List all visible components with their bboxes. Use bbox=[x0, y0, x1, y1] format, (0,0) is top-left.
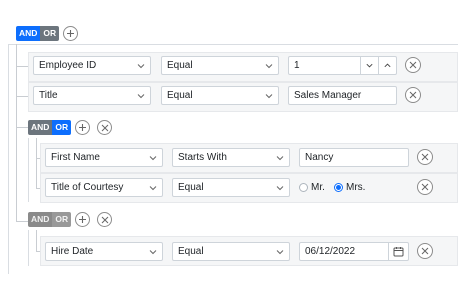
field-value: First Name bbox=[51, 152, 100, 163]
root-group-border bbox=[8, 44, 9, 274]
chevron-down-icon bbox=[149, 185, 157, 190]
value-text: Sales Manager bbox=[294, 90, 362, 101]
group2-add-button[interactable] bbox=[75, 212, 90, 227]
radio-button[interactable] bbox=[299, 183, 308, 192]
operator-value: Equal bbox=[178, 246, 204, 257]
chevron-down-icon bbox=[276, 249, 284, 254]
group1-remove-button[interactable] bbox=[97, 120, 112, 135]
remove-rule-button[interactable] bbox=[417, 179, 433, 195]
operator-value: Equal bbox=[178, 182, 204, 193]
chevron-down-icon bbox=[137, 63, 145, 68]
chevron-down-icon bbox=[276, 155, 284, 160]
group1-add-button[interactable] bbox=[75, 120, 90, 135]
group2-border bbox=[28, 230, 29, 266]
chevron-down-icon bbox=[137, 93, 145, 98]
close-icon bbox=[409, 61, 417, 69]
close-icon bbox=[101, 216, 108, 223]
remove-rule-button[interactable] bbox=[417, 243, 433, 259]
calendar-icon bbox=[393, 247, 404, 257]
field-value: Hire Date bbox=[51, 246, 94, 257]
root-connector bbox=[16, 44, 17, 222]
radio-label: Mr. bbox=[311, 182, 325, 193]
group2-connector bbox=[36, 230, 37, 252]
field-dropdown[interactable]: Hire Date bbox=[45, 242, 163, 261]
connector bbox=[16, 221, 28, 222]
value-text-input[interactable]: Sales Manager bbox=[288, 86, 397, 105]
date-value: 06/12/2022 bbox=[305, 246, 356, 257]
root-condition-toggle: AND OR bbox=[16, 26, 60, 41]
operator-value: Equal bbox=[167, 60, 193, 71]
field-dropdown[interactable]: Title bbox=[33, 86, 151, 105]
connector bbox=[16, 96, 28, 97]
plus-icon bbox=[79, 216, 86, 223]
close-icon bbox=[409, 91, 417, 99]
remove-rule-button[interactable] bbox=[405, 57, 421, 73]
plus-icon bbox=[79, 124, 86, 131]
radio-option-mr[interactable]: Mr. bbox=[299, 182, 325, 193]
field-value: Title bbox=[39, 90, 58, 101]
radio-option-mrs[interactable]: Mrs. bbox=[334, 182, 365, 193]
value-text-input[interactable]: Nancy bbox=[299, 148, 409, 167]
calendar-button[interactable] bbox=[388, 243, 408, 260]
root-group-border-top bbox=[8, 44, 458, 45]
chevron-up-icon bbox=[384, 63, 391, 68]
root-and-button[interactable]: AND bbox=[16, 26, 41, 41]
field-dropdown[interactable]: Employee ID bbox=[33, 56, 151, 75]
operator-dropdown[interactable]: Equal bbox=[172, 242, 290, 261]
plus-icon bbox=[67, 30, 74, 37]
group2-condition-toggle: AND OR bbox=[28, 212, 72, 227]
operator-dropdown[interactable]: Starts With bbox=[172, 148, 290, 167]
close-icon bbox=[421, 183, 429, 191]
increment-button[interactable] bbox=[378, 57, 396, 74]
operator-value: Starts With bbox=[178, 152, 227, 163]
chevron-down-icon bbox=[276, 185, 284, 190]
group1-or-button[interactable]: OR bbox=[52, 120, 72, 135]
connector bbox=[16, 66, 28, 67]
date-input[interactable]: 06/12/2022 bbox=[299, 242, 409, 261]
root-add-button[interactable] bbox=[63, 26, 78, 41]
field-value: Employee ID bbox=[39, 60, 97, 71]
value-numeric-input[interactable]: 1 bbox=[288, 56, 397, 75]
operator-dropdown[interactable]: Equal bbox=[161, 86, 279, 105]
radio-button[interactable] bbox=[334, 183, 343, 192]
field-dropdown[interactable]: First Name bbox=[45, 148, 163, 167]
chevron-down-icon bbox=[149, 155, 157, 160]
field-value: Title of Courtesy bbox=[51, 182, 124, 193]
operator-value: Equal bbox=[167, 90, 193, 101]
remove-rule-button[interactable] bbox=[417, 149, 433, 165]
chevron-down-icon bbox=[265, 63, 273, 68]
close-icon bbox=[101, 124, 108, 131]
group1-border bbox=[28, 138, 29, 202]
connector bbox=[16, 127, 28, 128]
group1-condition-toggle: AND OR bbox=[28, 120, 72, 135]
root-or-button[interactable]: OR bbox=[40, 26, 60, 41]
remove-rule-button[interactable] bbox=[405, 87, 421, 103]
group1-connector bbox=[36, 138, 37, 189]
radio-label: Mrs. bbox=[346, 182, 366, 193]
chevron-down-icon bbox=[366, 63, 373, 68]
close-icon bbox=[421, 247, 429, 255]
close-icon bbox=[421, 153, 429, 161]
group2-and-button[interactable]: AND bbox=[28, 212, 53, 227]
chevron-down-icon bbox=[149, 249, 157, 254]
decrement-button[interactable] bbox=[360, 57, 378, 74]
group2-remove-button[interactable] bbox=[97, 212, 112, 227]
operator-dropdown[interactable]: Equal bbox=[172, 178, 290, 197]
chevron-down-icon bbox=[265, 93, 273, 98]
group2-or-button[interactable]: OR bbox=[52, 212, 72, 227]
query-builder: AND OR Employee ID Equal 1 Title Equal S… bbox=[0, 0, 474, 292]
field-dropdown[interactable]: Title of Courtesy bbox=[45, 178, 163, 197]
value-text: Nancy bbox=[305, 152, 334, 163]
value-text: 1 bbox=[294, 60, 300, 71]
operator-dropdown[interactable]: Equal bbox=[161, 56, 279, 75]
group1-and-button[interactable]: AND bbox=[28, 120, 53, 135]
